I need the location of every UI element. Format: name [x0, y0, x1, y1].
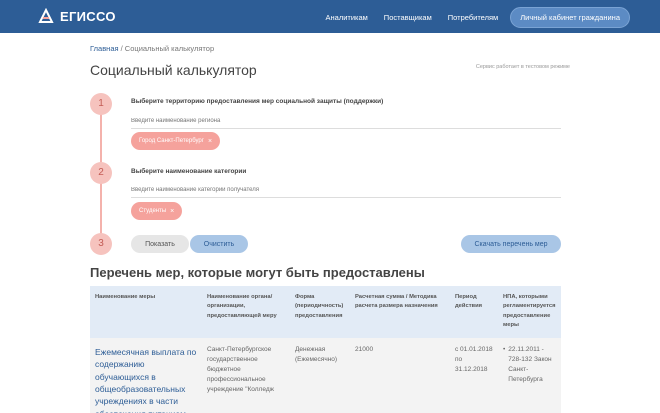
breadcrumb-current: / Социальный калькулятор [120, 44, 215, 53]
npa-item-text: 22.11.2011 - 728-132 Закон Санкт-Петербу… [508, 346, 552, 384]
logo[interactable]: ЕГИССО [38, 8, 116, 24]
measure-name-link[interactable]: Ежемесячная выплата по содержанию обучаю… [90, 338, 202, 413]
service-mode-note: Сервис работает в тестовом режиме [475, 64, 570, 70]
region-search-input[interactable] [131, 116, 561, 129]
top-navigation-bar: ЕГИССО Аналитикам Поставщикам Потребител… [0, 0, 660, 33]
npa-item[interactable]: • 22.11.2011 - 728-132 Закон Санкт-Петер… [503, 345, 556, 385]
column-header: НПА, которыми регламентируется предостав… [503, 294, 556, 328]
table-header: Наименование меры Наименование органа/ор… [90, 286, 561, 338]
measures-table: Наименование меры Наименование органа/ор… [90, 286, 561, 413]
region-chip-label: Город Санкт-Петербург [139, 138, 204, 144]
category-search-input[interactable] [131, 185, 561, 198]
nav-link-providers[interactable]: Поставщикам [384, 13, 432, 22]
logo-text: ЕГИССО [60, 8, 116, 24]
download-list-button[interactable]: Скачать перечень мер [461, 235, 561, 253]
clear-button[interactable]: Очистить [190, 235, 248, 253]
region-chip[interactable]: Город Санкт-Петербург × [131, 132, 221, 150]
category-chip-label: Студенты [139, 208, 167, 214]
npa-cell: • 22.11.2011 - 728-132 Закон Санкт-Петер… [498, 338, 561, 413]
table-row: Ежемесячная выплата по содержанию обучаю… [90, 338, 561, 413]
nav-link-consumers[interactable]: Потребителям [448, 13, 498, 22]
page-title: Социальный калькулятор [90, 62, 257, 78]
amount-cell: 21000 [355, 346, 374, 353]
close-icon[interactable]: × [208, 138, 212, 145]
close-icon[interactable]: × [170, 208, 174, 215]
category-chip[interactable]: Студенты × [131, 202, 183, 220]
show-button[interactable]: Показать [131, 235, 189, 253]
column-header: Расчетная сумма / Методика расчета разме… [355, 294, 438, 310]
step-2-number: 2 [90, 162, 112, 184]
breadcrumb: Главная / Социальный калькулятор [90, 44, 214, 53]
step-1-number: 1 [90, 93, 112, 115]
step-1-label: Выберите территорию предоставления мер с… [131, 98, 384, 105]
period-cell: с 01.01.2018 по 31.12.2018 [455, 346, 493, 374]
column-header: Период действия [455, 294, 483, 310]
main-nav: Аналитикам Поставщикам Потребителям Личн… [310, 7, 630, 28]
form-cell: Денежная (Ежемесячно) [295, 346, 338, 364]
organization-cell: Санкт-Петербургское государственное бюдж… [207, 346, 274, 394]
citizen-cabinet-button[interactable]: Личный кабинет гражданина [510, 7, 630, 28]
column-header: Наименование меры [95, 294, 156, 300]
nav-link-analysts[interactable]: Аналитикам [326, 13, 368, 22]
step-2-label: Выберите наименование категории [131, 168, 247, 175]
breadcrumb-home-link[interactable]: Главная [90, 44, 119, 53]
step-3-number: 3 [90, 233, 112, 255]
bullet-icon: • [503, 346, 506, 353]
column-header: Форма (периодичность) предоставления [295, 294, 344, 319]
measures-list-title: Перечень мер, которые могут быть предост… [90, 265, 425, 280]
logo-icon [38, 8, 54, 23]
column-header: Наименование органа/организации, предост… [207, 294, 277, 319]
